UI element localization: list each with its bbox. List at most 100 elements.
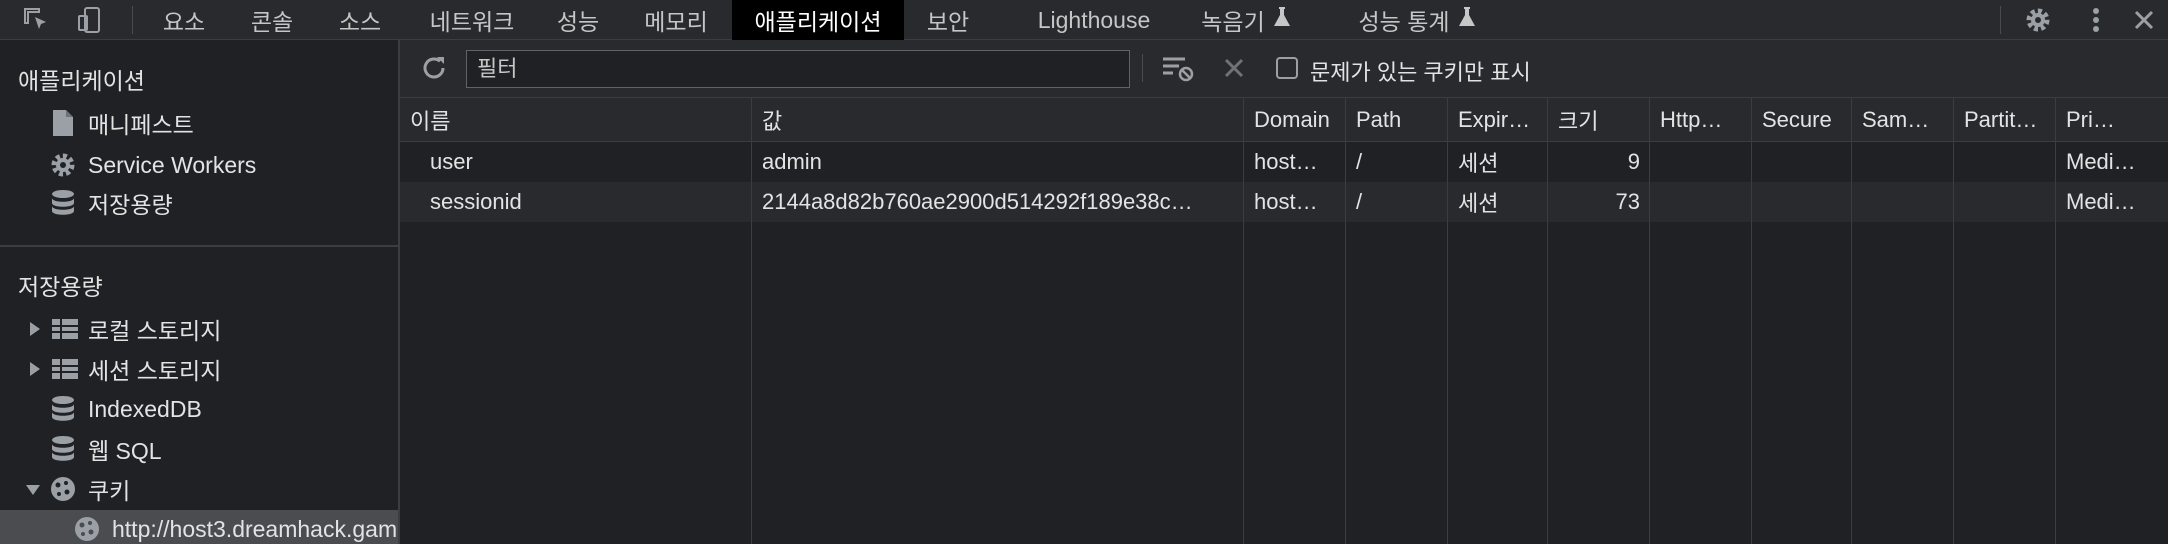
cell-samesite — [1852, 182, 1954, 222]
cell-value: admin — [762, 149, 822, 174]
experimental-flask-icon — [1273, 6, 1291, 34]
column-header-priority[interactable]: Pri… — [2056, 98, 2168, 142]
toolbar-divider — [1142, 54, 1143, 82]
collapse-arrow-icon[interactable] — [26, 485, 40, 495]
column-resizer[interactable] — [1447, 98, 1448, 544]
cell-secure — [1752, 142, 1852, 182]
tab-security[interactable]: 보안 — [910, 0, 986, 40]
column-resizer[interactable] — [1851, 98, 1852, 544]
more-options-kebab-icon[interactable] — [2080, 0, 2112, 40]
filter-input[interactable] — [466, 50, 1130, 88]
sidebar-item-label: http://host3.dreamhack.games — [112, 515, 400, 542]
cell-partition — [1954, 182, 2056, 222]
clear-filtered-cookies-icon[interactable] — [1158, 48, 1198, 88]
cell-size: 73 — [1615, 189, 1640, 214]
cell-httponly — [1650, 142, 1752, 182]
cell-value: 2144a8d82b760ae2900d514292f189e38c… — [762, 189, 1193, 214]
cookies-toolbar: 문제가 있는 쿠키만 표시 — [400, 40, 2168, 98]
cookies-panel: 문제가 있는 쿠키만 표시 이름 값 Domain Path Expir… 크기… — [400, 40, 2168, 544]
column-header-domain[interactable]: Domain — [1244, 98, 1346, 142]
storage-section-header: 저장용량 — [18, 274, 103, 300]
table-icon — [50, 354, 80, 384]
column-header-samesite[interactable]: Sam… — [1852, 98, 1954, 142]
column-resizer[interactable] — [1953, 98, 1954, 544]
experimental-flask-icon — [1458, 6, 1476, 34]
tab-elements[interactable]: 요소 — [142, 0, 226, 40]
tab-application[interactable]: 애플리케이션 — [732, 0, 904, 40]
cookies-table: 이름 값 Domain Path Expir… 크기 Http… Secure … — [400, 98, 2168, 544]
refresh-icon[interactable] — [416, 48, 452, 88]
cell-expires: 세션 — [1458, 191, 1499, 216]
sidebar-item-cookies[interactable]: 쿠키 — [0, 470, 398, 508]
cell-domain: host… — [1254, 189, 1318, 214]
sidebar-item-label: 저장용량 — [88, 192, 173, 218]
expand-arrow-icon[interactable] — [30, 322, 40, 336]
cookie-icon — [72, 514, 102, 544]
sidebar-item-cookie-origin[interactable]: http://host3.dreamhack.games — [0, 510, 398, 544]
file-icon — [48, 108, 78, 138]
tab-performance-insights-label: 성능 통계 — [1358, 9, 1450, 35]
cell-partition — [1954, 142, 2056, 182]
sidebar-item-label: 매니페스트 — [88, 112, 194, 138]
column-header-size[interactable]: 크기 — [1548, 98, 1650, 142]
database-icon — [48, 434, 78, 464]
column-resizer[interactable] — [1345, 98, 1346, 544]
cell-size: 9 — [1627, 149, 1640, 174]
cell-priority: Medi… — [2066, 189, 2136, 214]
column-header-path[interactable]: Path — [1346, 98, 1448, 142]
column-resizer[interactable] — [1243, 98, 1244, 544]
expand-arrow-icon[interactable] — [30, 362, 40, 376]
sidebar-item-label: IndexedDB — [88, 395, 202, 422]
column-header-partition[interactable]: Partit… — [1954, 98, 2056, 142]
column-resizer[interactable] — [1547, 98, 1548, 544]
column-resizer[interactable] — [2055, 98, 2056, 544]
column-resizer[interactable] — [1649, 98, 1650, 544]
column-header-secure[interactable]: Secure — [1752, 98, 1852, 142]
tab-network[interactable]: 네트워크 — [412, 0, 532, 40]
cell-priority: Medi… — [2066, 149, 2136, 174]
table-icon — [50, 314, 80, 344]
only-issues-checkbox[interactable] — [1276, 57, 1298, 79]
column-header-httponly[interactable]: Http… — [1650, 98, 1752, 142]
toolbar-divider — [2000, 6, 2001, 34]
database-icon — [48, 394, 78, 424]
sidebar-item-label: 세션 스토리지 — [88, 358, 222, 384]
application-section-header: 애플리케이션 — [18, 68, 145, 94]
tab-lighthouse[interactable]: Lighthouse — [1024, 0, 1164, 40]
cell-httponly — [1650, 182, 1752, 222]
application-sidebar: 애플리케이션 매니페스트 Service Workers 저장용량 저장용량 로… — [0, 40, 400, 544]
tab-memory[interactable]: 메모리 — [626, 0, 726, 40]
toolbar-divider — [132, 6, 133, 34]
sidebar-item-service-workers[interactable]: Service Workers — [0, 146, 398, 184]
tab-performance-insights[interactable]: 성능 통계 — [1352, 0, 1482, 40]
cell-domain: host… — [1254, 149, 1318, 174]
settings-gear-icon[interactable] — [2020, 0, 2056, 40]
sidebar-item-manifest[interactable]: 매니페스트 — [0, 104, 398, 142]
column-resizer[interactable] — [751, 98, 752, 544]
devtools-window: 요소 콘솔 소스 네트워크 성능 메모리 애플리케이션 보안 Lighthous… — [0, 0, 2168, 544]
tab-recorder[interactable]: 녹음기 — [1190, 0, 1302, 40]
column-header-expires[interactable]: Expir… — [1448, 98, 1548, 142]
inspect-element-icon[interactable] — [14, 0, 58, 40]
sidebar-item-label: 쿠키 — [88, 478, 131, 504]
cell-path: / — [1356, 149, 1363, 174]
sidebar-item-indexeddb[interactable]: IndexedDB — [0, 390, 398, 428]
column-header-name[interactable]: 이름 — [400, 98, 752, 142]
sidebar-item-label: Service Workers — [88, 151, 257, 178]
sidebar-item-storage[interactable]: 저장용량 — [0, 184, 398, 222]
delete-selected-icon[interactable] — [1216, 48, 1252, 88]
column-resizer[interactable] — [1751, 98, 1752, 544]
table-row[interactable]: user admin host… / 세션 9 Medi… — [400, 142, 2168, 182]
cell-name: sessionid — [430, 189, 522, 214]
device-toolbar-icon[interactable] — [68, 0, 112, 40]
sidebar-item-web-sql[interactable]: 웹 SQL — [0, 430, 398, 468]
tab-console[interactable]: 콘솔 — [230, 0, 314, 40]
tab-performance[interactable]: 성능 — [538, 0, 618, 40]
table-row[interactable]: sessionid 2144a8d82b760ae2900d514292f189… — [400, 182, 2168, 222]
database-icon — [48, 188, 78, 218]
column-header-value[interactable]: 값 — [752, 98, 1244, 142]
sidebar-item-session-storage[interactable]: 세션 스토리지 — [0, 350, 398, 388]
sidebar-item-local-storage[interactable]: 로컬 스토리지 — [0, 310, 398, 348]
close-devtools-icon[interactable] — [2126, 0, 2162, 40]
tab-sources[interactable]: 소스 — [318, 0, 402, 40]
